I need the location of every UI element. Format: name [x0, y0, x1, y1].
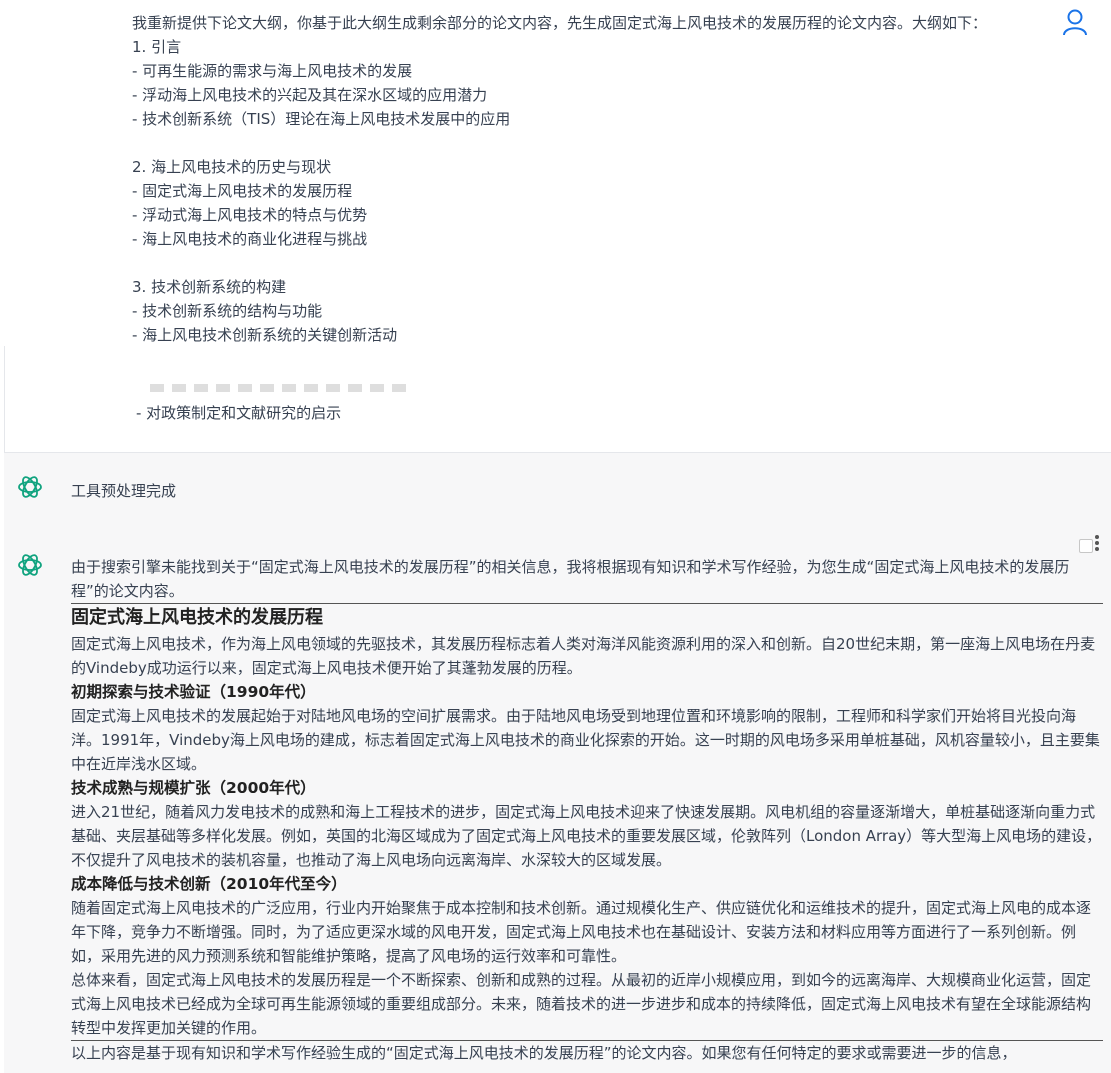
- clipped-line: [150, 384, 410, 392]
- section-text: 进入21世纪，随着风力发电技术的成熟和海上工程技术的进步，固定式海上风电技术迎来…: [71, 803, 1102, 869]
- more-vertical-icon[interactable]: [1094, 535, 1100, 555]
- user-message-line: - 技术创新系统（TIS）理论在海上风电技术发展中的应用: [132, 110, 511, 128]
- tool-status-text: 工具预处理完成: [71, 482, 177, 500]
- chatgpt-logo-icon: [18, 476, 42, 498]
- section-text: 随着固定式海上风电技术的广泛应用，行业内开始聚焦于成本控制和技术创新。通过规模化…: [71, 899, 1092, 965]
- user-icon[interactable]: [1061, 8, 1089, 36]
- section-heading: 初期探索与技术验证（1990年代）: [71, 683, 316, 701]
- user-message-line: 我重新提供下论文大纲，你基于此大纲生成剩余部分的论文内容，先生成固定式海上风电技…: [132, 14, 988, 32]
- user-message-line: - 浮动式海上风电技术的特点与优势: [132, 206, 368, 224]
- answer-intro: 由于搜索引擎未能找到关于“固定式海上风电技术的发展历程”的相关信息，我将根据现有…: [71, 558, 1070, 600]
- user-message-tail-line: - 对政策制定和文献研究的启示: [136, 404, 342, 422]
- answer-lead: 固定式海上风电技术，作为海上风电领域的先驱技术，其发展历程标志着人类对海洋风能资…: [71, 635, 1096, 677]
- section-heading: 技术成熟与规模扩张（2000年代）: [71, 779, 316, 797]
- answer-outro: 以上内容是基于现有知识和学术写作经验生成的“固定式海上风电技术的发展历程”的论文…: [71, 1044, 1017, 1062]
- answer-conclusion: 总体来看，固定式海上风电技术的发展历程是一个不断探索、创新和成熟的过程。从最初的…: [71, 971, 1092, 1037]
- left-edge-line: [4, 346, 5, 452]
- user-message-line: - 海上风电技术创新系统的关键创新活动: [132, 326, 398, 344]
- section-text: 固定式海上风电技术的发展起始于对陆地风电场的空间扩展需求。由于陆地风电场受到地理…: [71, 707, 1100, 773]
- checkbox-icon[interactable]: [1079, 539, 1093, 553]
- chatgpt-logo-icon: [18, 554, 42, 576]
- user-message-line: 2. 海上风电技术的历史与现状: [132, 158, 332, 176]
- answer-title: 固定式海上风电技术的发展历程: [71, 607, 323, 628]
- tool-status-message: 工具预处理完成: [4, 452, 1111, 530]
- assistant-message: 由于搜索引擎未能找到关于“固定式海上风电技术的发展历程”的相关信息，我将根据现有…: [4, 529, 1111, 1073]
- user-message-line: - 可再生能源的需求与海上风电技术的发展: [132, 62, 413, 80]
- section-heading: 成本降低与技术创新（2010年代至今）: [71, 875, 347, 893]
- user-message-line: - 技术创新系统的结构与功能: [132, 302, 323, 320]
- assistant-message-body: 由于搜索引擎未能找到关于“固定式海上风电技术的发展历程”的相关信息，我将根据现有…: [71, 555, 1103, 1065]
- user-message-line: - 固定式海上风电技术的发展历程: [132, 182, 353, 200]
- user-message-line: - 海上风电技术的商业化进程与挑战: [132, 230, 368, 248]
- user-message-line: 1. 引言: [132, 38, 182, 56]
- user-message-line: - 浮动海上风电技术的兴起及其在深水区域的应用潜力: [132, 86, 488, 104]
- user-message-line: 3. 技术创新系统的构建: [132, 278, 287, 296]
- user-message-text: 我重新提供下论文大纲，你基于此大纲生成剩余部分的论文内容，先生成固定式海上风电技…: [132, 11, 1052, 347]
